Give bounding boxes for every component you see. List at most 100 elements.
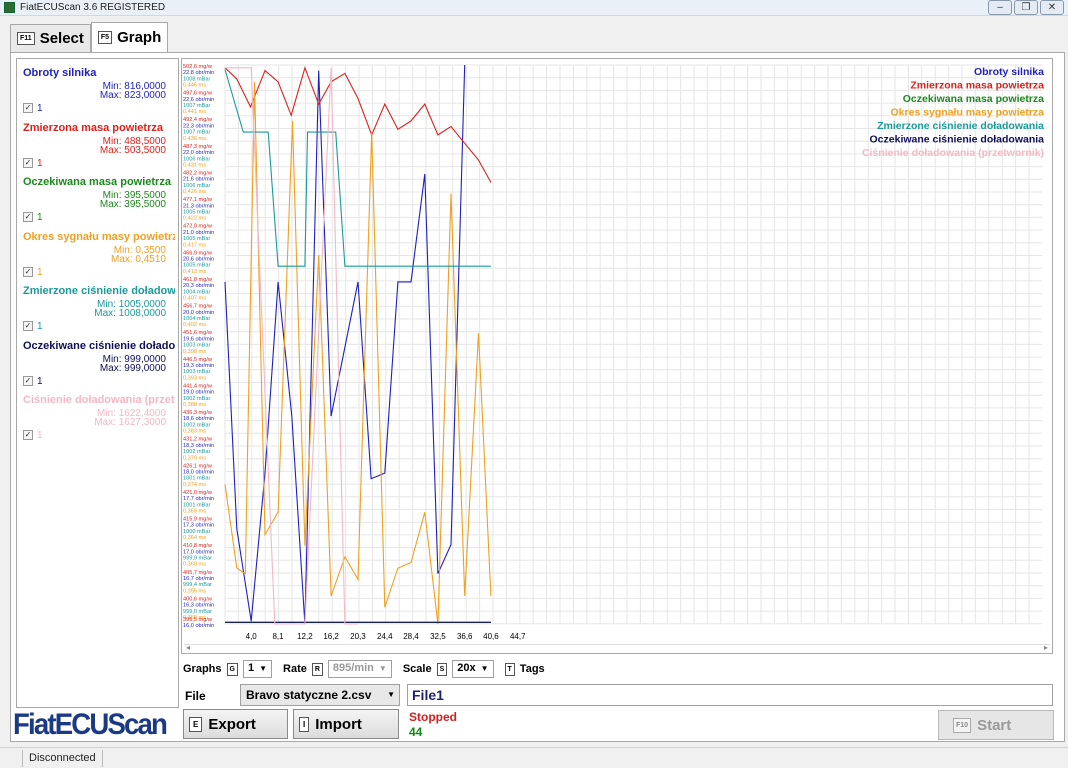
y-tick-label: 0,441 ms <box>183 109 206 115</box>
parameter-count: 1 <box>37 321 43 332</box>
app-icon <box>4 2 15 13</box>
rate-select[interactable]: 895/min ▼ <box>327 660 392 678</box>
rate-value: 895/min <box>332 662 374 674</box>
legend-entry: Oczekiwane ciśnienie doładowania <box>870 134 1045 146</box>
x-tick-label: 16,2 <box>323 632 339 641</box>
y-tick-label: 21,6 obr/min <box>183 177 214 183</box>
parameter-checkbox[interactable]: ✓ <box>23 212 33 222</box>
rate-label: Rate <box>283 663 307 675</box>
import-key: I <box>299 716 310 732</box>
y-tick-label: 415,9 mg/w <box>183 517 213 523</box>
y-tick-label: 1005 mBar <box>183 209 210 215</box>
chevron-down-icon: ▼ <box>378 664 387 673</box>
x-tick-label: 8,1 <box>272 632 284 641</box>
y-tick-label: 17,3 obr/min <box>183 523 214 529</box>
y-tick-label: 477,1 mg/w <box>183 197 213 203</box>
parameter-name: Obroty silnika <box>23 67 97 79</box>
chart-svg: 502,6 mg/w22,8 obr/min1008 mBar0,446 ms 4… <box>183 64 1045 641</box>
tab-select[interactable]: F11 Select <box>10 24 91 52</box>
minimize-icon[interactable]: – <box>988 0 1012 15</box>
parameter-checkbox[interactable]: ✓ <box>23 266 33 277</box>
y-tick-label: 461,8 mg/w <box>183 277 213 283</box>
connection-status: Disconnected <box>22 750 103 767</box>
y-tick-label: 405,7 mg/w <box>183 570 213 576</box>
y-tick-label: 0,446 ms <box>183 83 206 89</box>
restore-icon[interactable]: ❐ <box>1014 0 1038 15</box>
tags-key[interactable]: T <box>504 662 515 676</box>
x-axis-labels: 4,0 8,1 12,2 16,2 20,3 24,4 28,4 32,5 36,6 40,6 44… <box>246 632 526 641</box>
tab-select-key: F11 <box>17 32 35 45</box>
y-tick-label: 17,7 obr/min <box>183 496 214 502</box>
x-tick-label: 12,2 <box>297 632 313 641</box>
legend-entry: Okres sygnału masy powietrza <box>891 107 1045 119</box>
y-tick-label: 999,9 mBar <box>183 556 212 562</box>
y-tick-label: 16,0 obr/min <box>183 623 214 629</box>
y-tick-label: 0,407 ms <box>183 296 206 302</box>
scale-key: S <box>436 662 448 676</box>
y-tick-label: 21,0 obr/min <box>183 230 214 236</box>
y-tick-label: 0,379 ms <box>183 455 206 461</box>
y-tick-label: 999,4 mBar <box>183 582 212 588</box>
y-tick-label: 400,6 mg/w <box>183 596 213 602</box>
parameter-item: Zmierzona masa powietrza Min: 488,5000 Max… <box>17 122 178 174</box>
y-tick-label: 0,393 ms <box>183 375 206 381</box>
status-counter: 44 <box>409 725 423 739</box>
parameter-checkbox[interactable]: ✓ <box>23 321 33 331</box>
parameter-checkbox[interactable]: ✓ <box>23 157 33 168</box>
parameter-checkbox[interactable]: ✓ <box>23 103 33 113</box>
x-tick-label: 4,0 <box>246 632 258 641</box>
start-button[interactable]: F10 Start <box>938 710 1054 740</box>
scroll-right-icon[interactable]: ▸ <box>1044 643 1048 652</box>
scale-select[interactable]: 20x ▼ <box>452 660 494 678</box>
parameter-max: Max: 0,4510 <box>110 253 166 265</box>
export-label: Export <box>208 715 256 733</box>
file-name-field[interactable]: File1 <box>407 684 1053 706</box>
y-tick-label: 16,7 obr/min <box>183 576 214 582</box>
start-label: Start <box>977 716 1012 734</box>
y-tick-label: 18,3 obr/min <box>183 443 214 449</box>
y-tick-label: 431,2 mg/w <box>183 437 213 443</box>
parameter-name: Zmierzone ciśnienie doładowania <box>23 285 175 297</box>
parameter-max: Max: 823,0000 <box>99 90 166 101</box>
parameter-name: Oczekiwana masa powietrza <box>23 176 171 188</box>
scroll-left-icon[interactable]: ◂ <box>186 643 190 652</box>
x-tick-label: 36,6 <box>457 632 473 641</box>
graphs-select[interactable]: 1 ▼ <box>242 660 273 678</box>
parameter-checkbox[interactable]: ✓ <box>23 375 33 386</box>
y-tick-label: 1002 mBar <box>183 422 210 428</box>
tab-select-label: Select <box>39 30 84 47</box>
tab-graph[interactable]: F5 Graph <box>90 22 169 52</box>
y-tick-label: 466,9 mg/w <box>183 250 213 256</box>
parameter-count: 1 <box>37 375 43 387</box>
scale-label: Scale <box>402 663 432 675</box>
export-button[interactable]: E Export <box>183 709 288 739</box>
y-tick-label: 1008 mBar <box>183 76 210 82</box>
y-tick-label: 0,369 ms <box>183 509 206 515</box>
rate-key: R <box>311 662 323 676</box>
legend-entry: Ciśnienie doładowania (przetwornik) <box>862 147 1044 159</box>
parameter-checkbox[interactable]: ✓ <box>23 430 33 440</box>
y-tick-label: 22,8 obr/min <box>183 70 214 76</box>
y-tick-label: 1002 mBar <box>183 396 210 402</box>
file-select[interactable]: Bravo statyczne 2.csv ▼ <box>240 684 400 706</box>
y-tick-label: 472,0 mg/w <box>183 224 213 230</box>
y-tick-label: 22,3 obr/min <box>183 123 214 129</box>
status-text: Stopped <box>409 710 457 724</box>
legend-entry: Obroty silnika <box>974 66 1044 78</box>
y-tick-label: 0,426 ms <box>183 189 206 195</box>
import-button[interactable]: I Import <box>293 709 399 739</box>
graph-area: 502,6 mg/w 22,8 obr/min 1008 mBar 0,446 ms 4… <box>181 58 1053 654</box>
legend-entry: Oczekiwana masa powietrza <box>903 93 1044 105</box>
y-tick-label: 1004 mBar <box>183 316 210 322</box>
y-tick-label: 1005 mBar <box>183 263 210 269</box>
close-icon[interactable]: ✕ <box>1040 0 1064 15</box>
x-tick-label: 32,5 <box>430 632 446 641</box>
x-tick-label: 44,7 <box>510 632 526 641</box>
y-tick-label: 1001 mBar <box>183 476 210 482</box>
file-selected: Bravo statyczne 2.csv <box>246 688 372 702</box>
y-tick-label: 21,3 obr/min <box>183 203 214 209</box>
y-tick-label: 0,355 ms <box>183 588 206 594</box>
title-bar: FiatECUScan 3.6 REGISTERED – ❐ ✕ <box>0 0 1068 16</box>
horizontal-scrollbar[interactable]: ◂ ▸ <box>184 643 1050 652</box>
start-key: F10 <box>953 717 972 733</box>
